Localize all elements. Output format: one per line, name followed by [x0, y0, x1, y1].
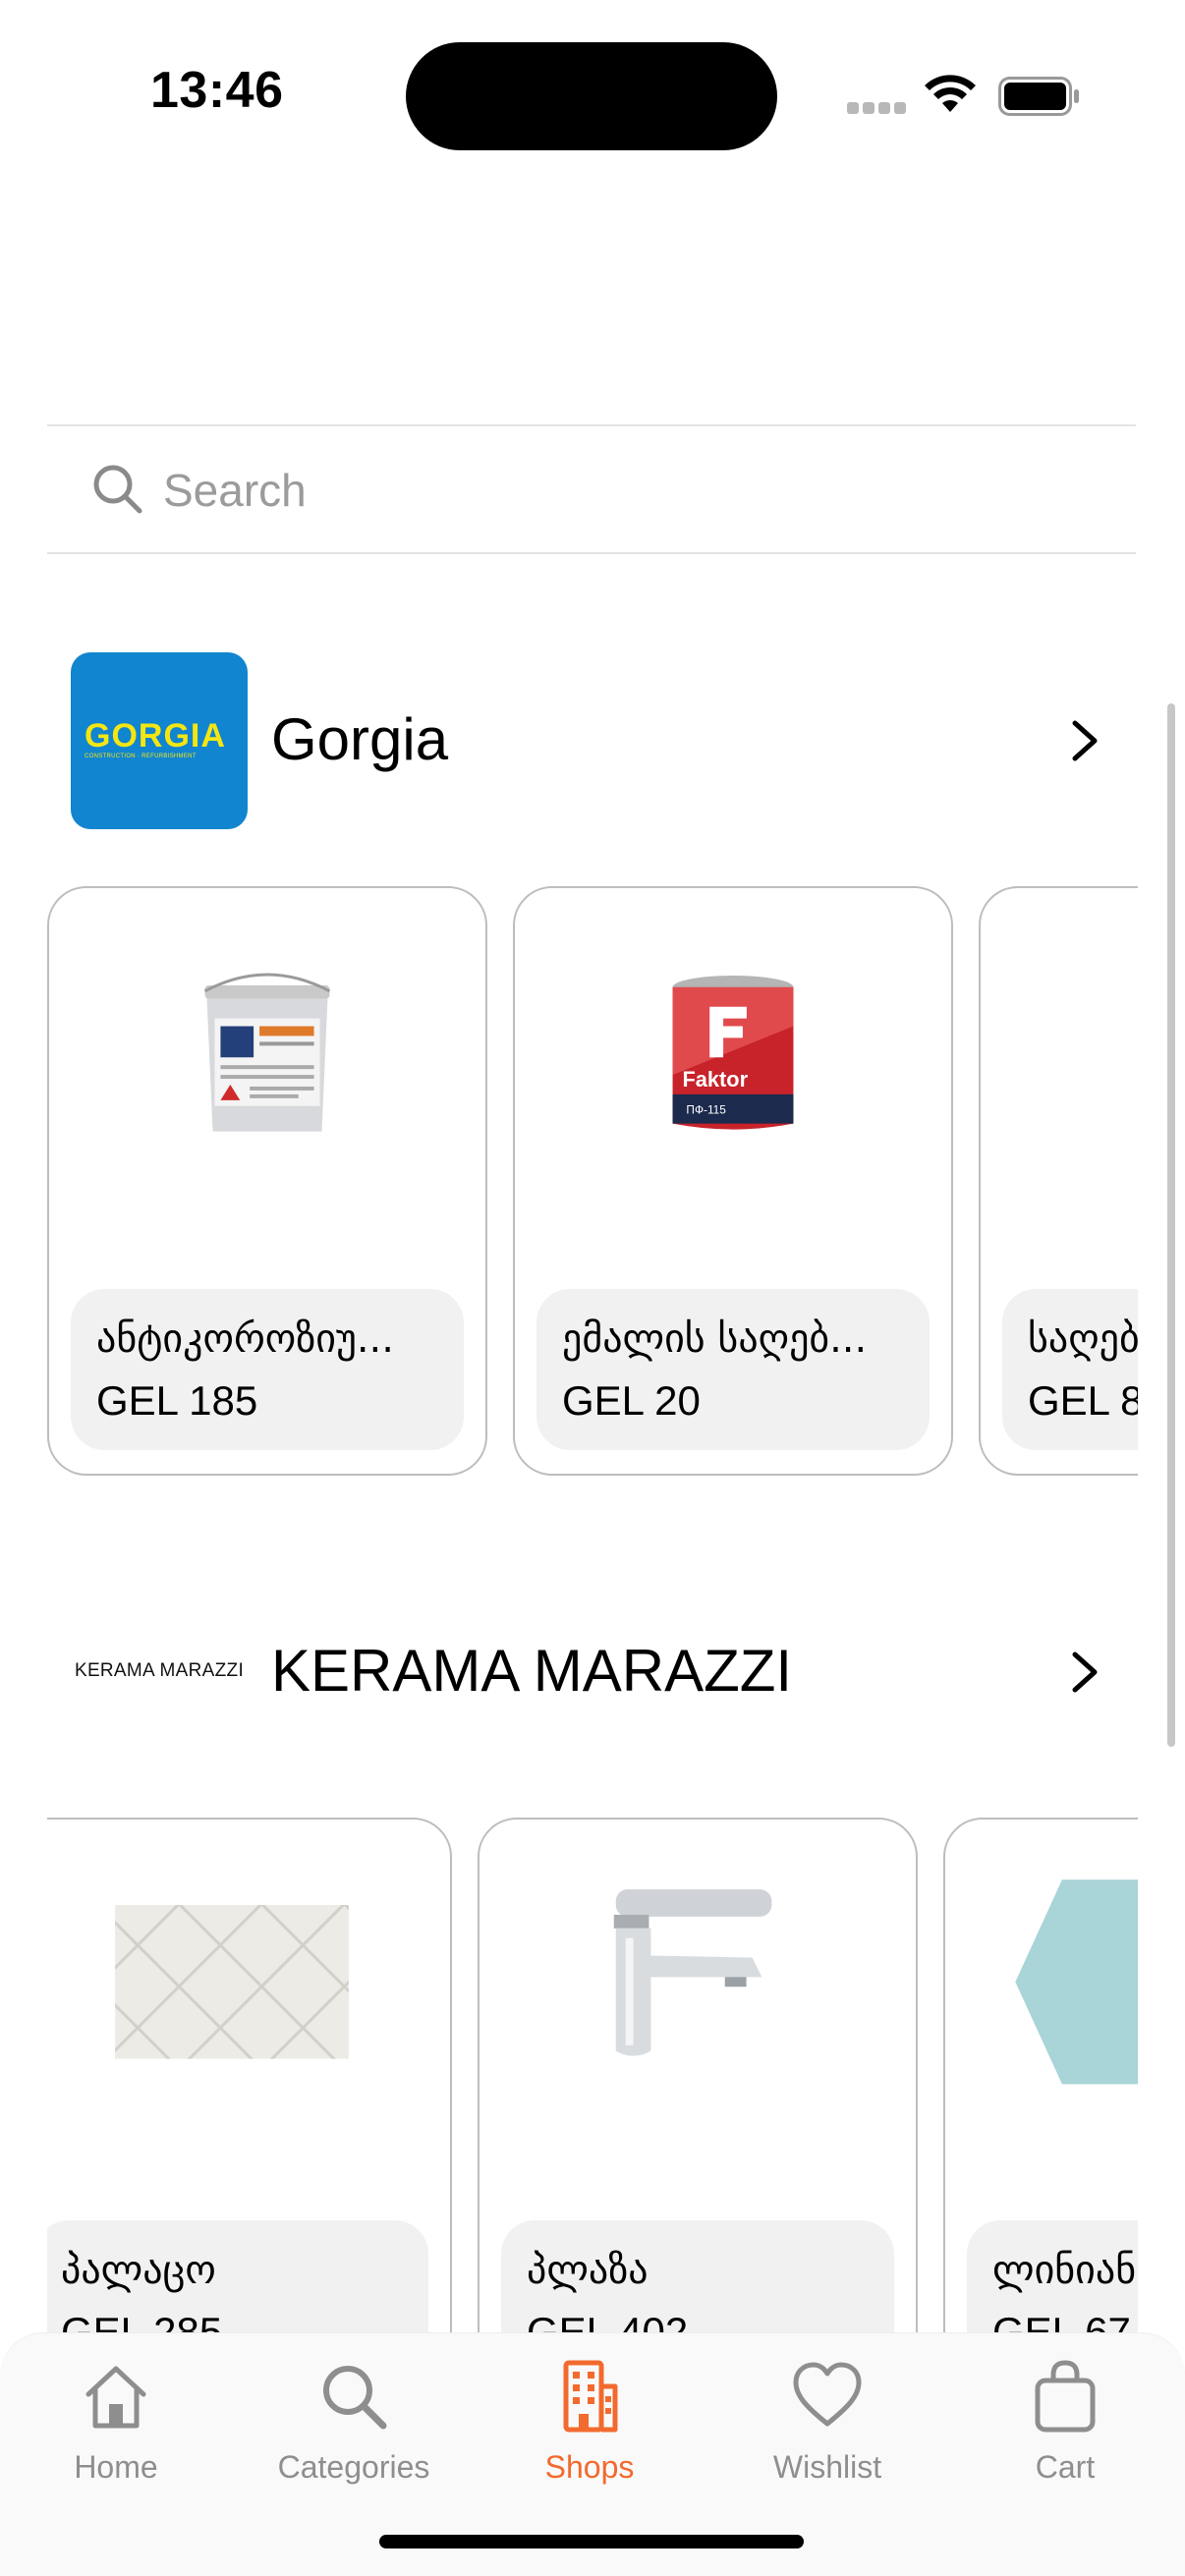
- tab-cart[interactable]: Cart: [957, 2359, 1173, 2506]
- product-info: ანტიკოროზიუ... GEL 185: [71, 1289, 464, 1450]
- product-row-kerama-marazzi[interactable]: პალაცო GEL 285 პლაზა GEL 402 ლინიან GEL …: [47, 1818, 1138, 2332]
- home-indicator[interactable]: [379, 2535, 804, 2548]
- product-info: პალაცო GEL 285: [47, 2220, 428, 2332]
- product-card[interactable]: ლინიან GEL 67: [943, 1818, 1138, 2332]
- product-card[interactable]: პლაზა GEL 402: [478, 1818, 918, 2332]
- tab-home[interactable]: Home: [8, 2359, 224, 2506]
- tile-image: [1015, 1879, 1138, 2085]
- product-title: ემალის საღებ...: [562, 1316, 868, 1362]
- product-info: საღებ GEL 8: [1002, 1289, 1138, 1450]
- product-title: პლაზა: [527, 2248, 649, 2293]
- search-icon: [93, 465, 142, 514]
- cellular-signal-icon: [847, 102, 906, 114]
- product-row-gorgia[interactable]: ანტიკოროზიუ... GEL 185 Faktor ПФ-115 ემა…: [47, 886, 1138, 1480]
- search-bar[interactable]: Search: [47, 424, 1136, 554]
- product-info: ემალის საღებ... GEL 20: [536, 1289, 930, 1450]
- tab-label: Wishlist: [772, 2449, 882, 2485]
- svg-text:Faktor: Faktor: [682, 1067, 748, 1092]
- tab-categories[interactable]: Categories: [246, 2359, 462, 2506]
- gorgia-logo-text: GORGIA: [85, 717, 226, 755]
- chevron-right-icon[interactable]: [1063, 719, 1106, 762]
- shop-name: KERAMA MARAZZI: [271, 1638, 793, 1704]
- product-price: GEL 8: [1028, 1377, 1138, 1424]
- kerama-logo-text: KERAMA MARAZZI: [74, 1660, 245, 1681]
- wifi-icon: [925, 75, 976, 112]
- shop-logo-gorgia: GORGIA CONSTRUCTION · REFURBISHMENT: [71, 652, 248, 829]
- product-title: საღებ: [1028, 1316, 1138, 1362]
- faucet-image: [613, 1889, 772, 2056]
- product-title: ლინიან: [992, 2248, 1137, 2293]
- dynamic-island: [406, 42, 777, 150]
- product-card[interactable]: საღებ GEL 8: [979, 886, 1138, 1476]
- scroll-indicator[interactable]: [1167, 703, 1175, 1747]
- paint-bucket-image: [203, 973, 331, 1132]
- svg-text:ПФ-115: ПФ-115: [686, 1103, 726, 1117]
- tab-label: Categories: [277, 2449, 430, 2485]
- shop-name: Gorgia: [271, 706, 449, 772]
- building-icon: [563, 2360, 618, 2433]
- product-info: ლინიან GEL 67: [967, 2220, 1138, 2332]
- tab-label: Cart: [1035, 2449, 1096, 2485]
- product-card[interactable]: ანტიკოროზიუ... GEL 185: [47, 886, 487, 1476]
- product-title: პალაცო: [61, 2248, 216, 2293]
- product-price: GEL 402: [527, 2309, 689, 2332]
- battery-icon: [998, 77, 1079, 116]
- shop-header-gorgia[interactable]: GORGIA CONSTRUCTION · REFURBISHMENT Gorg…: [47, 652, 1138, 829]
- paint-can-image: Faktor ПФ-115: [672, 976, 794, 1130]
- shop-header-kerama-marazzi[interactable]: KERAMA MARAZZI KERAMA MARAZZI: [47, 1584, 1138, 1761]
- status-time: 13:46: [150, 62, 284, 119]
- tab-wishlist[interactable]: Wishlist: [719, 2359, 935, 2506]
- tile-image: [115, 1905, 349, 2059]
- product-card[interactable]: Faktor ПФ-115 ემალის საღებ... GEL 20: [513, 886, 953, 1476]
- product-title: ანტიკოროზიუ...: [96, 1316, 394, 1362]
- tab-shops[interactable]: Shops: [481, 2359, 698, 2506]
- gorgia-logo-subtext: CONSTRUCTION · REFURBISHMENT: [85, 754, 197, 759]
- bag-icon: [1035, 2360, 1096, 2433]
- heart-icon: [793, 2362, 862, 2427]
- house-icon: [85, 2366, 146, 2429]
- search-input[interactable]: Search: [163, 464, 307, 517]
- product-price: GEL 67: [992, 2309, 1131, 2332]
- product-info: პლაზა GEL 402: [501, 2220, 894, 2332]
- product-price: GEL 185: [96, 1377, 258, 1424]
- search-icon: [323, 2366, 387, 2430]
- product-card[interactable]: პალაცო GEL 285: [47, 1818, 452, 2332]
- product-price: GEL 20: [562, 1377, 701, 1424]
- tab-label: Shops: [544, 2449, 635, 2485]
- shop-logo-kerama-marazzi: KERAMA MARAZZI: [71, 1635, 248, 1709]
- product-price: GEL 285: [61, 2309, 223, 2332]
- chevron-right-icon[interactable]: [1063, 1651, 1106, 1694]
- tab-label: Home: [74, 2449, 158, 2485]
